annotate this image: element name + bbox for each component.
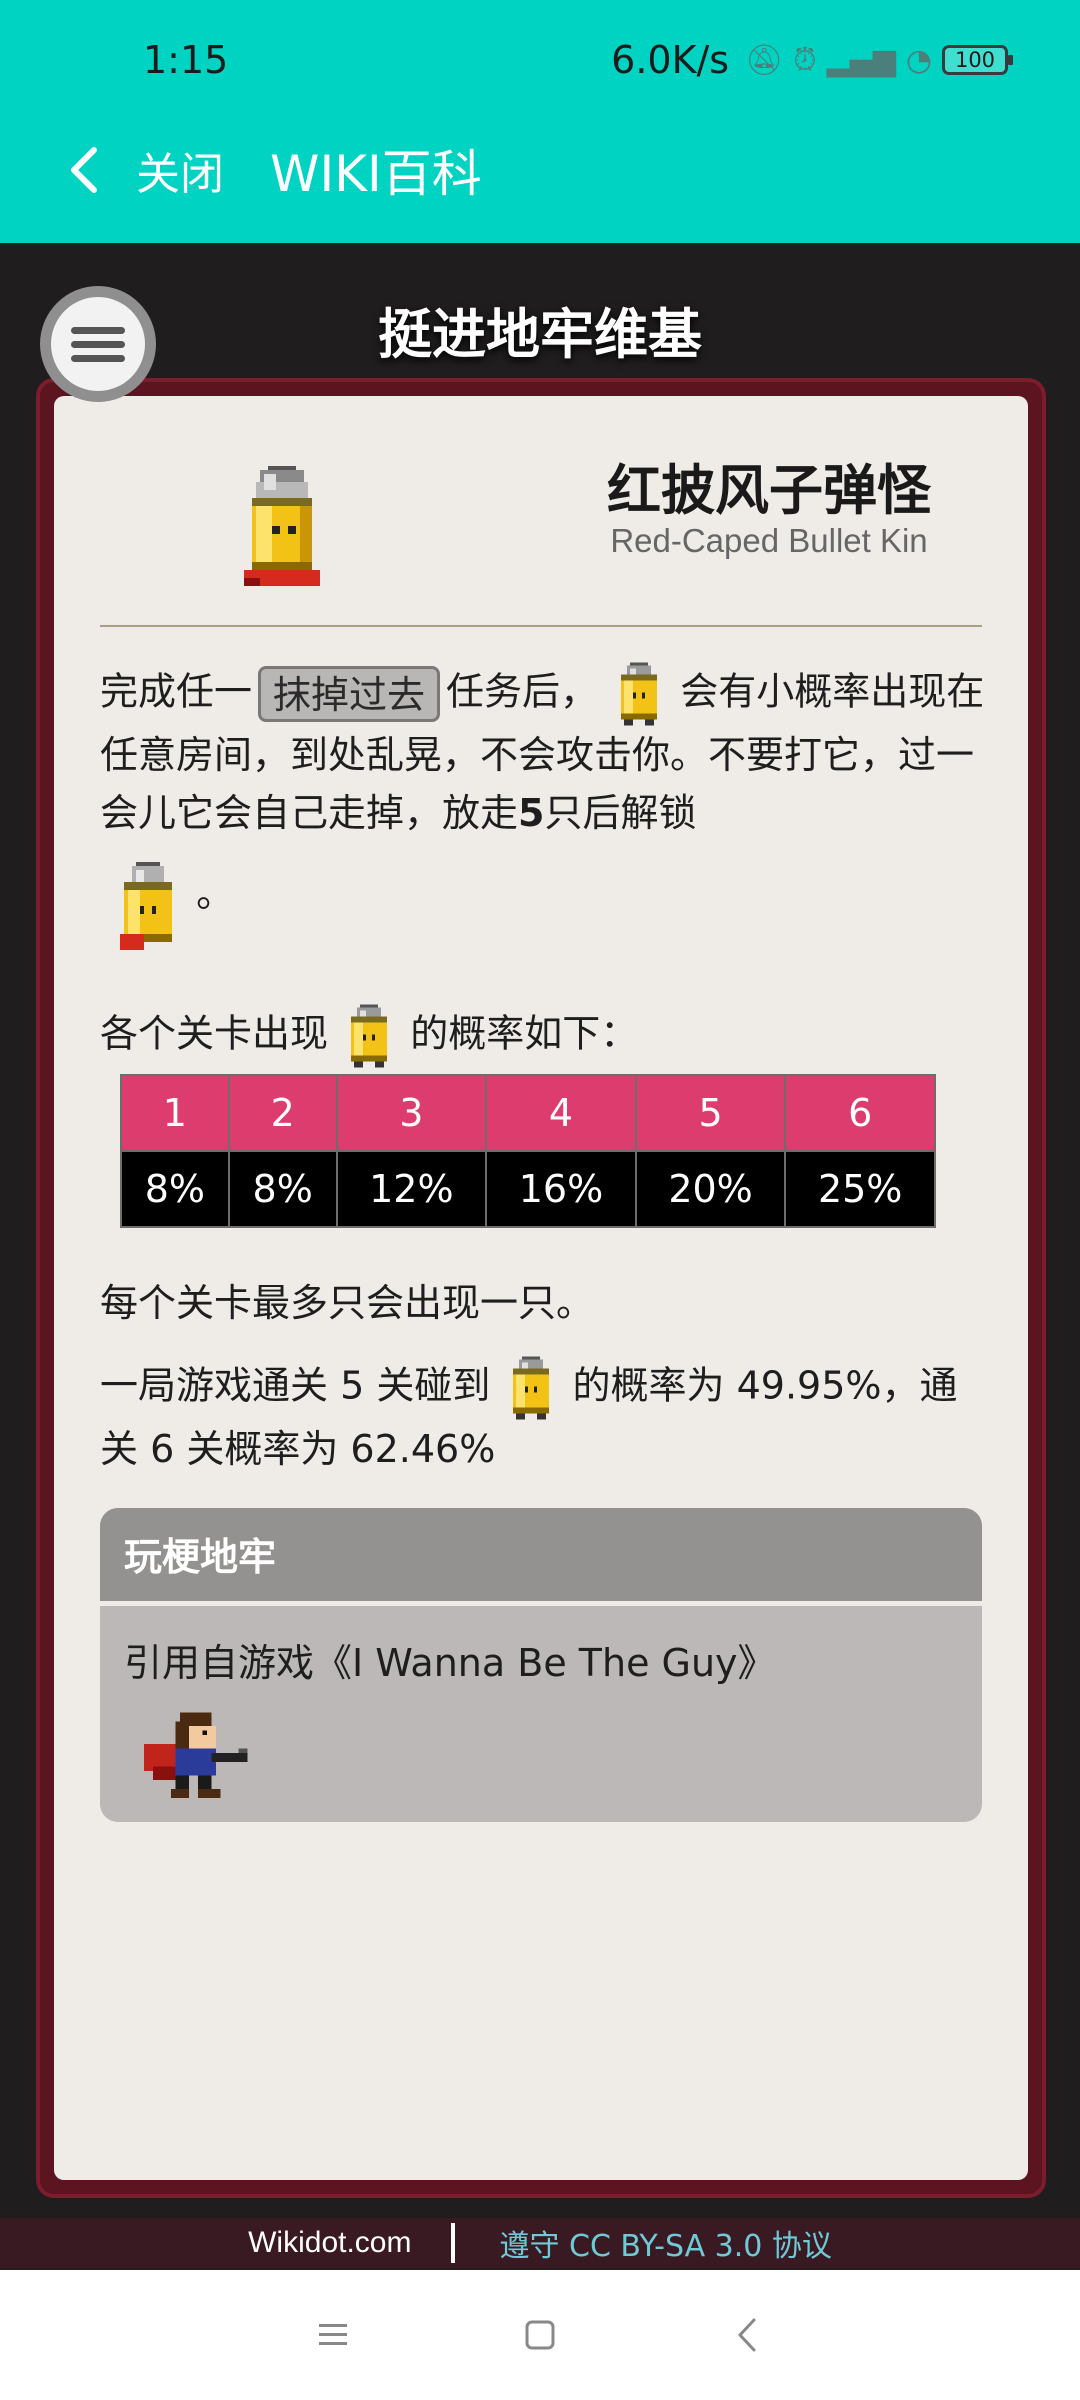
meme-box-title: 玩梗地牢 bbox=[100, 1508, 982, 1606]
red-caped-bullet-kin-sprite bbox=[120, 862, 172, 950]
back-button[interactable] bbox=[48, 135, 118, 205]
nav-home-button[interactable] bbox=[500, 2295, 580, 2375]
net-speed: 6.0K/s bbox=[611, 38, 730, 82]
app-bar: 关闭 WIKI百科 bbox=[0, 120, 1080, 220]
unlock-paragraph: 完成任一 抹掉过去 任务后， 会有小概率出现在任意房间，到处乱晃，不会攻击你。不要打… bbox=[100, 662, 988, 950]
battery-icon: 100 bbox=[942, 45, 1013, 75]
table-row: 8% 8% 12% 16% 20% 25% bbox=[120, 1150, 936, 1228]
bullet-kin-sprite bbox=[513, 1356, 550, 1420]
p1-text-a: 完成任一 bbox=[100, 669, 253, 714]
probability-table: 1 2 3 4 5 6 8% 8% 12% 16% 20% 25% bbox=[120, 1074, 936, 1228]
divider bbox=[100, 625, 982, 627]
table-cell: 8% bbox=[227, 1150, 338, 1228]
nav-back-button[interactable] bbox=[707, 2295, 787, 2375]
table-header-cell: 1 bbox=[120, 1074, 230, 1152]
title-block: 红披风子弹怪 Red-Caped Bullet Kin bbox=[54, 446, 1028, 586]
wifi-icon: ◔ bbox=[905, 42, 932, 78]
meme-box: 玩梗地牢 引用自游戏《I Wanna Be The Guy》 bbox=[100, 1508, 982, 1822]
the-kid-sprite bbox=[144, 1712, 248, 1798]
content-frame: 红披风子弹怪 Red-Caped Bullet Kin 完成任一 抹掉过去 任务后，… bbox=[36, 378, 1046, 2198]
p1-bold-count: 5 bbox=[518, 791, 545, 835]
signal-icon: ▂▄▆ bbox=[826, 42, 896, 78]
nav-back-icon bbox=[738, 2318, 756, 2352]
table-header-cell: 6 bbox=[784, 1074, 936, 1152]
page-title-cn: 红披风子弹怪 bbox=[607, 459, 931, 522]
status-time: 1:15 bbox=[143, 38, 229, 82]
footer-separator bbox=[451, 2223, 456, 2263]
table-cell: 20% bbox=[634, 1150, 787, 1228]
table-header-cell: 2 bbox=[227, 1074, 338, 1152]
bullet-kin-sprite bbox=[621, 662, 658, 726]
table-cell: 25% bbox=[784, 1150, 936, 1228]
close-button[interactable]: 关闭 bbox=[136, 138, 224, 202]
p2-text-a: 各个关卡出现 bbox=[100, 1011, 329, 1056]
alarm-icon: ⏰︎ bbox=[793, 42, 817, 78]
system-nav-bar bbox=[0, 2270, 1080, 2400]
limit-paragraph: 每个关卡最多只会出现一只。 bbox=[100, 1281, 595, 1325]
page-title-en: Red-Caped Bullet Kin bbox=[610, 522, 928, 559]
bullet-kin-sprite bbox=[351, 1004, 388, 1068]
site-title: 挺进地牢维基 bbox=[378, 303, 702, 366]
chance-paragraph: 一局游戏通关 5 关碰到 的概率为 49.95%，通关 6 关概率为 62.46… bbox=[100, 1356, 988, 1478]
nav-menu-icon bbox=[319, 2324, 348, 2345]
p4-text-a: 一局游戏通关 5 关碰到 bbox=[100, 1363, 491, 1408]
p1-end: 。 bbox=[196, 871, 235, 916]
table-cell: 12% bbox=[335, 1150, 488, 1228]
footer-wikidot-link[interactable]: Wikidot.com bbox=[248, 2226, 411, 2260]
mute-icon: 🔕︎ bbox=[745, 42, 784, 78]
content-card: 红披风子弹怪 Red-Caped Bullet Kin 完成任一 抹掉过去 任务后，… bbox=[54, 396, 1028, 2180]
p1-text-b: 任务后， bbox=[446, 669, 599, 714]
p1-text-d: 只后解锁 bbox=[544, 791, 697, 835]
app-title: WIKI百科 bbox=[270, 145, 482, 203]
table-header-cell: 5 bbox=[634, 1074, 787, 1152]
p2-text-b: 的概率如下： bbox=[410, 1011, 639, 1056]
menu-button[interactable] bbox=[40, 286, 156, 402]
table-cell: 8% bbox=[120, 1150, 230, 1228]
red-caped-bullet-kin-sprite bbox=[244, 466, 320, 586]
footer-license-link[interactable]: 遵守 CC BY-SA 3.0 协议 bbox=[499, 2221, 831, 2265]
meme-box-text: 引用自游戏《I Wanna Be The Guy》 bbox=[124, 1641, 776, 1685]
probability-intro: 各个关卡出现 的概率如下： bbox=[100, 1004, 988, 1068]
table-header-cell: 3 bbox=[335, 1074, 488, 1152]
menu-icon bbox=[51, 297, 145, 391]
table-header-row: 1 2 3 4 5 6 bbox=[120, 1074, 936, 1152]
back-arrow-icon bbox=[71, 147, 97, 193]
nav-recents-button[interactable] bbox=[293, 2295, 373, 2375]
site-footer: Wikidot.com 遵守 CC BY-SA 3.0 协议 bbox=[0, 2218, 1080, 2268]
table-header-cell: 4 bbox=[485, 1074, 637, 1152]
nav-home-icon bbox=[525, 2320, 555, 2350]
top-bar: 1:15 6.0K/s 🔕︎ ⏰︎ ▂▄▆ ◔ 100 关闭 WIKI百科 bbox=[0, 0, 1080, 243]
status-icons: 6.0K/s 🔕︎ ⏰︎ ▂▄▆ ◔ 100 bbox=[611, 38, 1013, 82]
task-link-button[interactable]: 抹掉过去 bbox=[258, 666, 441, 722]
table-cell: 16% bbox=[485, 1150, 637, 1228]
